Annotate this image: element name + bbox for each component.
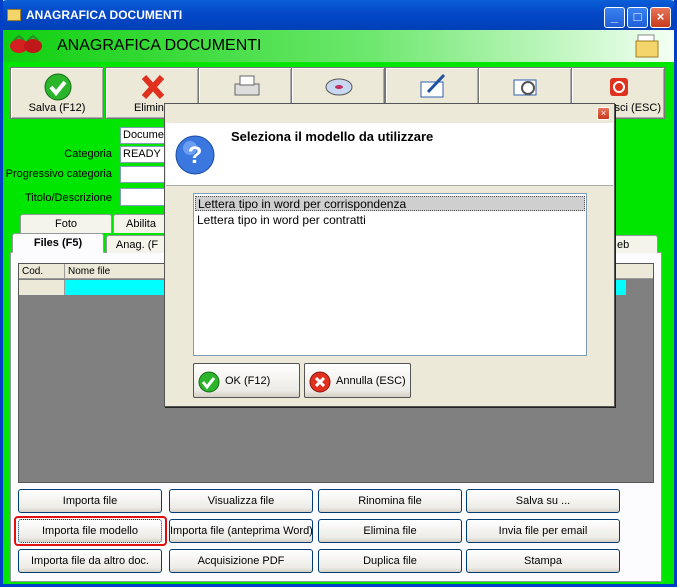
progressive-label: Progressivo categoria (5, 168, 112, 180)
ok-label: OK (F12) (225, 375, 271, 387)
list-item[interactable]: Lettera tipo in word per corrispondenza (195, 196, 585, 211)
tab-foto[interactable]: Foto (20, 214, 112, 233)
dialog-close-button[interactable]: × (597, 107, 610, 120)
importa-anteprima-word-button[interactable]: Importa file (anteprima Word) (169, 519, 313, 543)
importa-file-button[interactable]: Importa file (18, 489, 162, 513)
folder-doc-icon (635, 34, 659, 58)
tab-files[interactable]: Files (F5) (12, 233, 104, 253)
acquisizione-pdf-button[interactable]: Acquisizione PDF (169, 549, 313, 573)
save-label: Salva (F12) (28, 102, 86, 114)
app-folder-icon (7, 9, 21, 21)
visualizza-file-button[interactable]: Visualizza file (169, 489, 313, 513)
category-label: Categoria (64, 148, 112, 160)
category-field[interactable]: READY (120, 146, 168, 163)
elimina-file-button[interactable]: Elimina file (318, 519, 462, 543)
title-field[interactable] (120, 188, 168, 206)
question-icon: ? (175, 135, 215, 175)
grid-row-cod[interactable] (19, 280, 65, 295)
tab-anag[interactable]: Anag. (F (106, 235, 168, 253)
mail-search-icon (513, 79, 537, 96)
list-item[interactable]: Lettera tipo in word per contratti (195, 213, 585, 228)
dialog-title: Seleziona il modello da utilizzare (231, 129, 434, 144)
ok-button[interactable]: OK (F12) (193, 363, 300, 398)
disc-icon (325, 78, 353, 96)
title-label: Titolo/Descrizione (24, 192, 112, 204)
tab-abilita[interactable]: Abilita (113, 214, 169, 233)
svg-text:?: ? (188, 142, 203, 169)
save-button[interactable]: Salva (F12) (10, 67, 104, 119)
cancel-button[interactable]: Annulla (ESC) (304, 363, 411, 398)
check-icon (198, 371, 220, 393)
rinomina-file-button[interactable]: Rinomina file (318, 489, 462, 513)
importa-altro-doc-button[interactable]: Importa file da altro doc. (18, 549, 162, 573)
cancel-label: Annulla (ESC) (336, 375, 406, 387)
power-icon (610, 78, 628, 96)
mail-pen-icon (420, 73, 446, 98)
col-nome-file[interactable]: Nome file (65, 264, 165, 279)
document-field[interactable]: Documen (120, 127, 168, 144)
duplica-file-button[interactable]: Duplica file (318, 549, 462, 573)
printer-icon (234, 75, 260, 96)
x-icon (309, 371, 331, 393)
invia-email-button[interactable]: Invia file per email (466, 519, 620, 543)
header-title: ANAGRAFICA DOCUMENTI (57, 37, 262, 54)
minimize-button[interactable]: _ (604, 7, 625, 28)
close-button[interactable]: × (650, 7, 671, 28)
salva-su-button[interactable]: Salva su ... (466, 489, 620, 513)
col-cod[interactable]: Cod. (19, 264, 65, 279)
progressive-field[interactable] (120, 166, 168, 183)
x-icon (141, 74, 165, 100)
window-title: ANAGRAFICA DOCUMENTI (26, 8, 183, 22)
tab-web[interactable]: eb (612, 235, 658, 253)
exit-label: Esci (ESC) (607, 102, 661, 114)
check-icon (44, 73, 72, 101)
strawberries-icon (10, 34, 42, 53)
maximize-button[interactable]: □ (627, 7, 648, 28)
importa-file-modello-button[interactable]: Importa file modello (18, 519, 162, 543)
stampa-button[interactable]: Stampa (466, 549, 620, 573)
